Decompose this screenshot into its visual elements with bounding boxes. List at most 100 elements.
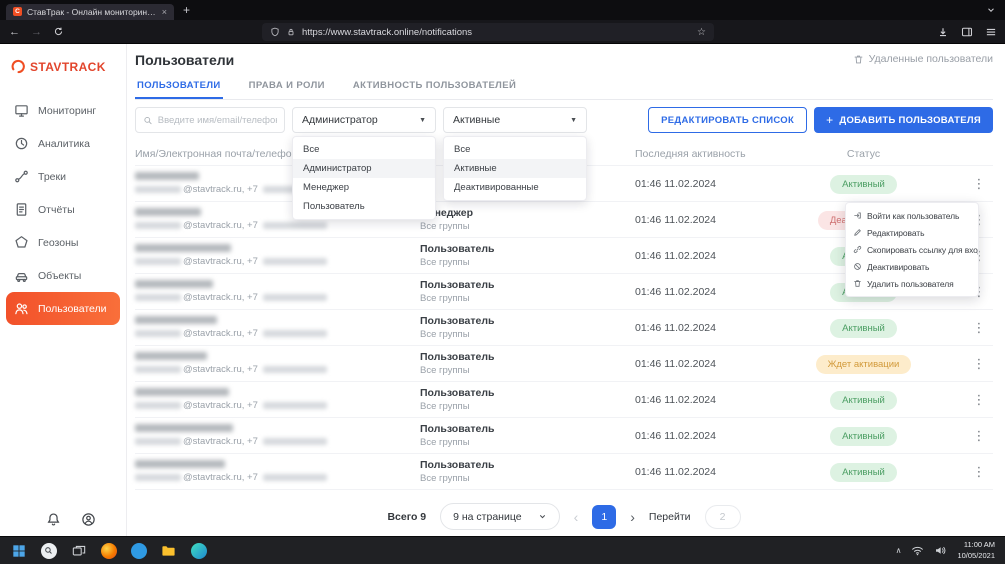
status-option-active[interactable]: Активные — [444, 159, 586, 178]
role-select[interactable]: Администратор ▼ Все Администратор Менедж… — [292, 107, 436, 133]
prev-page-button[interactable]: ‹ — [574, 509, 579, 525]
email-domain: @stavtrack.ru, +7 — [183, 436, 258, 447]
tab-close-icon[interactable]: × — [162, 7, 167, 17]
profile-icon[interactable] — [81, 512, 96, 527]
link-icon — [853, 245, 862, 254]
redacted-name — [135, 388, 229, 396]
sidebar-item-geozones[interactable]: Геозоны — [0, 226, 126, 259]
search-icon — [143, 115, 153, 126]
status-option-all[interactable]: Все — [444, 140, 586, 159]
volume-icon[interactable] — [934, 544, 947, 557]
taskbar-search-button[interactable] — [37, 539, 60, 562]
clock-date: 10/05/2021 — [957, 551, 995, 562]
redacted-email-user — [135, 438, 181, 445]
menu-item-deactivate[interactable]: Деактивировать — [846, 258, 978, 275]
sidebar-panel-icon[interactable] — [961, 26, 973, 38]
notifications-bell-icon[interactable] — [46, 512, 61, 527]
messenger-icon[interactable] — [127, 539, 150, 562]
status-select[interactable]: Активные ▼ Все Активные Деактивированные — [443, 107, 587, 133]
firefox-icon[interactable] — [97, 539, 120, 562]
row-menu-kebab[interactable]: ⋮ — [965, 428, 993, 444]
table-row[interactable]: @stavtrack.ru, +7 ПользовательВсе группы… — [135, 309, 993, 345]
add-user-button[interactable]: + ДОБАВИТЬ ПОЛЬЗОВАТЕЛЯ — [814, 107, 993, 133]
sidebar-nav: Мониторинг Аналитика Треки Отчёты Геозон… — [0, 94, 126, 325]
menu-item-delete-user[interactable]: Удалить пользователя — [846, 275, 978, 292]
brand-logo[interactable]: STAVTRACK — [0, 44, 126, 82]
menu-item-copy-login-link[interactable]: Скопировать ссылку для входа — [846, 241, 978, 258]
users-icon — [14, 301, 29, 316]
row-menu-kebab[interactable]: ⋮ — [965, 320, 993, 336]
search-box[interactable] — [135, 107, 285, 133]
row-menu-kebab[interactable]: ⋮ — [965, 176, 993, 192]
tab-list-chevron-icon[interactable] — [986, 5, 996, 15]
current-page-button[interactable]: 1 — [592, 505, 616, 529]
analytics-clock-icon — [14, 136, 29, 151]
start-button[interactable] — [7, 539, 30, 562]
task-view-button[interactable] — [67, 539, 90, 562]
route-icon — [14, 169, 29, 184]
role-option-all[interactable]: Все — [293, 140, 435, 159]
redacted-phone — [263, 258, 327, 265]
tray-chevron-icon[interactable]: ∧ — [896, 546, 902, 555]
edit-list-button[interactable]: РЕДАКТИРОВАТЬ СПИСОК — [648, 107, 807, 133]
row-menu-kebab[interactable]: ⋮ — [965, 392, 993, 408]
table-row[interactable]: @stavtrack.ru, +7 ПользовательВсе группы… — [135, 345, 993, 381]
role-option-manager[interactable]: Менеджер — [293, 178, 435, 197]
redacted-phone — [263, 402, 327, 409]
row-menu-kebab[interactable]: ⋮ — [965, 464, 993, 480]
next-page-button[interactable]: › — [630, 509, 635, 525]
section-tabs: ПОЛЬЗОВАТЕЛИ ПРАВА И РОЛИ АКТИВНОСТЬ ПОЛ… — [135, 72, 993, 100]
bookmark-star-icon[interactable]: ☆ — [697, 27, 706, 38]
forward-button[interactable]: → — [31, 26, 42, 38]
tab-rights-roles[interactable]: ПРАВА И РОЛИ — [247, 72, 327, 99]
row-menu-kebab[interactable]: ⋮ — [965, 356, 993, 372]
email-domain: @stavtrack.ru, +7 — [183, 364, 258, 375]
last-activity: 01:46 11.02.2024 — [615, 430, 762, 442]
chevron-down-icon — [538, 512, 547, 521]
browser-tab[interactable]: С СтавТрак - Онлайн мониторин… × — [6, 4, 174, 20]
tab-users[interactable]: ПОЛЬЗОВАТЕЛИ — [135, 72, 223, 99]
search-input[interactable] — [158, 115, 277, 126]
downloads-icon[interactable] — [937, 26, 949, 38]
reload-button[interactable] — [53, 26, 64, 37]
browser-toolbar: ← → https://www.stavtrack.online/notific… — [0, 20, 1005, 44]
status-option-deactivated[interactable]: Деактивированные — [444, 178, 586, 197]
menu-item-edit[interactable]: Редактировать — [846, 224, 978, 241]
wifi-icon[interactable] — [911, 544, 924, 557]
sidebar-item-analytics[interactable]: Аналитика — [0, 127, 126, 160]
redacted-name — [135, 244, 231, 252]
redacted-email-user — [135, 294, 181, 301]
url-bar[interactable]: https://www.stavtrack.online/notificatio… — [262, 23, 714, 41]
new-tab-button[interactable]: + — [183, 3, 190, 17]
tab-user-activity[interactable]: АКТИВНОСТЬ ПОЛЬЗОВАТЕЛЕЙ — [351, 72, 518, 99]
menu-item-login-as-user[interactable]: Войти как пользователь — [846, 207, 978, 224]
menu-hamburger-icon[interactable] — [985, 26, 997, 38]
plus-icon: + — [826, 113, 833, 127]
last-activity: 01:46 11.02.2024 — [615, 322, 762, 334]
last-activity: 01:46 11.02.2024 — [615, 394, 762, 406]
brand-name: STAVTRACK — [30, 60, 106, 74]
sidebar-item-reports[interactable]: Отчёты — [0, 193, 126, 226]
clock-time: 11:00 AM — [957, 540, 995, 551]
sidebar-item-monitoring[interactable]: Мониторинг — [0, 94, 126, 127]
back-button[interactable]: ← — [9, 26, 20, 38]
table-row[interactable]: @stavtrack.ru, +7 ПользовательВсе группы… — [135, 453, 993, 489]
role-option-admin[interactable]: Администратор — [293, 159, 435, 178]
table-row[interactable]: @stavtrack.ru, +7 ПользовательВсе группы… — [135, 417, 993, 453]
goto-page-input[interactable] — [705, 505, 741, 529]
per-page-select[interactable]: 9 на странице — [440, 503, 559, 530]
email-domain: @stavtrack.ru, +7 — [183, 292, 258, 303]
file-explorer-icon[interactable] — [157, 539, 180, 562]
redacted-email-user — [135, 474, 181, 481]
table-row[interactable]: @stavtrack.ru, +7 ПользовательВсе группы… — [135, 381, 993, 417]
redacted-phone — [263, 438, 327, 445]
role-option-user[interactable]: Пользователь — [293, 197, 435, 216]
taskbar-clock[interactable]: 11:00 AM 10/05/2021 — [957, 540, 998, 561]
ban-icon — [853, 262, 862, 271]
sidebar-item-users[interactable]: Пользователи — [6, 292, 120, 325]
total-count: Всего 9 — [387, 511, 426, 523]
deleted-users-link[interactable]: Удаленные пользователи — [853, 53, 993, 65]
sidebar-item-tracks[interactable]: Треки — [0, 160, 126, 193]
edge-icon[interactable] — [187, 539, 210, 562]
sidebar-item-objects[interactable]: Объекты — [0, 259, 126, 292]
